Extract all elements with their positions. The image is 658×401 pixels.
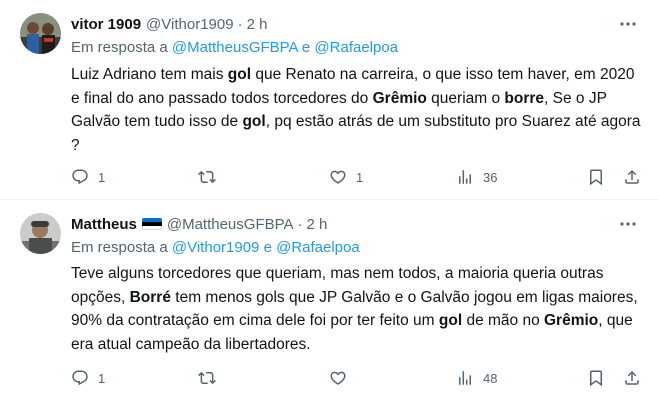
tweet[interactable]: Mattheus @MattheusGFBPA · 2 h Em respost… [0,201,658,401]
more-icon[interactable] [618,14,638,34]
text-segment-bold: gol [438,312,463,329]
views-icon [459,371,471,385]
share-icon [625,370,639,385]
author-name[interactable]: Mattheus [71,216,137,233]
bookmark-icon [590,169,602,186]
reply-icon [72,169,88,185]
mention-link[interactable]: @Vithor1909 [172,239,260,256]
text-segment: de mão no [462,312,544,329]
share-button[interactable] [623,167,641,187]
share-button[interactable] [623,368,641,388]
author-name[interactable]: vitor 1909 [71,16,141,33]
text-segment: queriam o [426,89,505,107]
action-bar: 1 48 [71,368,646,388]
reply-button[interactable]: 1 [71,368,105,388]
share-icon [625,169,639,184]
reply-context: Em resposta a @MattheusGFBPA e @Rafaelpo… [71,39,398,56]
views-button[interactable]: 48 [456,368,497,388]
reply-icon [72,370,88,386]
like-icon [330,371,346,385]
mention-conjunction: e [259,239,277,256]
views-count: 36 [483,169,498,185]
like-button[interactable] [329,368,356,388]
more-icon[interactable] [618,214,638,234]
bookmark-button[interactable] [587,167,605,187]
text-segment: Luiz Adriano tem mais [71,66,228,83]
retweet-button[interactable] [198,167,225,187]
like-icon [330,170,346,184]
bookmark-icon [590,370,602,387]
mention-link[interactable]: @Rafaelpoa [314,39,398,56]
flag-icon [141,217,162,231]
text-segment-bold: gol [227,66,252,83]
retweet-button[interactable] [198,368,225,388]
tweet-text: Luiz Adriano tem mais gol que Renato na … [71,63,641,157]
mention-link[interactable]: @MattheusGFBPA [172,39,298,56]
action-bar: 1 1 36 [71,167,646,187]
separator: · [237,15,243,33]
text-segment-bold: Borré [129,288,171,306]
mention-conjunction: e [297,39,315,56]
like-count: 1 [356,169,364,185]
tweet-header: Mattheus @MattheusGFBPA · 2 h [71,213,327,235]
tweet-text: Teve alguns torcedores que queriam, mas … [71,262,641,356]
avatar[interactable] [20,213,61,254]
text-segment-bold: borre [504,89,545,107]
retweet-icon [198,170,216,184]
tweet-header: vitor 1909 @Vithor1909 · 2 h [71,13,267,35]
mention-link[interactable]: @Rafaelpoa [276,239,360,256]
tweet[interactable]: vitor 1909 @Vithor1909 · 2 h Em resposta… [0,0,658,200]
author-handle[interactable]: @MattheusGFBPA [167,216,294,233]
text-segment-bold: Grêmio [372,89,427,107]
avatar[interactable] [20,13,61,54]
author-handle[interactable]: @Vithor1909 [146,16,234,33]
reply-prefix: Em resposta a [71,39,172,56]
reply-count: 1 [98,370,106,386]
separator: · [297,215,303,233]
like-button[interactable]: 1 [329,167,363,187]
views-count: 48 [483,370,498,386]
reply-prefix: Em resposta a [71,239,172,256]
reply-count: 1 [98,169,106,185]
reply-button[interactable]: 1 [71,167,105,187]
timestamp[interactable]: 2 h [307,216,328,233]
text-segment-bold: Grêmio [544,312,599,329]
timestamp[interactable]: 2 h [247,16,268,33]
views-button[interactable]: 36 [456,167,497,187]
retweet-icon [198,371,216,385]
text-segment-bold: gol [242,113,266,130]
views-icon [459,170,471,184]
reply-context: Em resposta a @Vithor1909 e @Rafaelpoa [71,239,360,256]
bookmark-button[interactable] [587,368,605,388]
